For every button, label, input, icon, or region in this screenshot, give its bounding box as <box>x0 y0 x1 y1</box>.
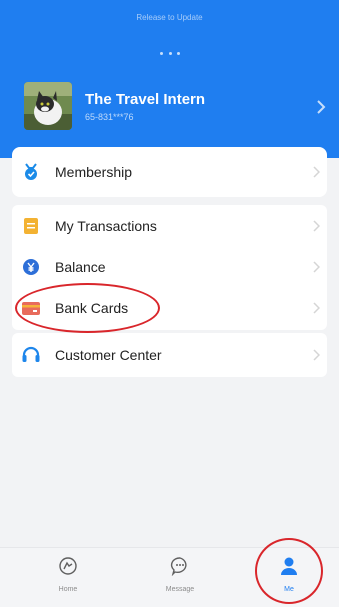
nav-home[interactable]: Home <box>28 548 108 607</box>
menu-item-membership[interactable]: Membership <box>12 152 327 192</box>
pull-to-refresh-text: Release to Update <box>136 13 203 22</box>
avatar[interactable] <box>24 82 72 130</box>
nav-label: Message <box>165 586 195 593</box>
me-tab-highlight-circle <box>255 538 323 604</box>
chevron-right-icon <box>313 220 320 232</box>
chevron-right-icon <box>313 166 320 178</box>
menu-item-label: Balance <box>55 259 106 275</box>
menu-item-label: Membership <box>55 164 133 180</box>
menu-item-transactions[interactable]: My Transactions <box>12 206 327 246</box>
profile-account-id: 65-831***76 <box>85 112 134 122</box>
nav-label: Home <box>58 586 78 593</box>
menu-item-label: Customer Center <box>55 347 162 363</box>
chat-icon <box>170 557 187 576</box>
profile-name: The Travel Intern <box>85 91 206 108</box>
home-icon <box>59 557 77 575</box>
chevron-right-icon <box>313 302 320 314</box>
support-card: Customer Center <box>12 333 327 377</box>
chevron-right-icon <box>313 349 320 361</box>
profile-row[interactable]: The Travel Intern 65-831***76 <box>24 82 334 134</box>
menu-item-label: My Transactions <box>55 218 157 234</box>
membership-card: Membership <box>12 147 327 197</box>
bank-cards-highlight-circle <box>15 283 160 333</box>
chevron-right-icon <box>313 261 320 273</box>
chevron-right-icon <box>317 100 326 114</box>
menu-item-balance[interactable]: Balance <box>12 247 327 287</box>
document-icon <box>24 218 38 234</box>
coin-icon <box>23 259 39 275</box>
nav-message[interactable]: Message <box>140 548 220 607</box>
menu-item-customer-center[interactable]: Customer Center <box>12 335 327 375</box>
me-screen: Release to Update The Travel Intern 65-8… <box>0 0 339 607</box>
refresh-dots-icon <box>160 50 180 56</box>
headset-icon <box>22 346 40 362</box>
profile-header: Release to Update The Travel Intern 65-8… <box>0 0 339 158</box>
badge-icon <box>25 163 37 180</box>
